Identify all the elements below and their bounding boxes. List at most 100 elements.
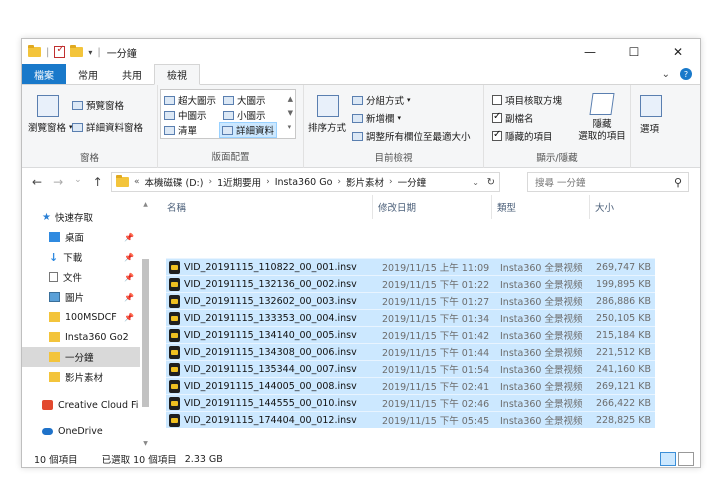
column-header-type[interactable]: 類型 <box>492 195 590 219</box>
tab-view[interactable]: 檢視 <box>154 64 200 85</box>
column-header-size[interactable]: 大小 <box>590 195 660 219</box>
sidebar-item-downloads[interactable]: ↓ 下載 📌 <box>22 247 140 267</box>
layout-small-icons[interactable]: 小圖示 <box>223 108 266 122</box>
layout-medium-icons[interactable]: 中圖示 <box>164 108 207 122</box>
column-header-name[interactable]: 名稱 <box>162 195 373 219</box>
back-button[interactable]: ← <box>32 175 42 189</box>
file-row[interactable]: VID_20191115_134308_00_006.insv 2019/11/… <box>166 343 655 360</box>
group-by-label: 分組方式 <box>366 96 405 107</box>
tab-share[interactable]: 共用 <box>110 64 154 84</box>
maximize-button[interactable]: ☐ <box>612 39 656 65</box>
file-name: VID_20191115_144005_00_008.insv <box>184 380 357 392</box>
navigation-pane-button[interactable]: 瀏覽窗格 ▾ <box>28 120 73 134</box>
options-button[interactable]: 選項 <box>640 121 659 135</box>
scroll-down-icon[interactable]: ▼ <box>142 440 149 447</box>
file-row[interactable]: VID_20191115_144005_00_008.insv 2019/11/… <box>166 377 655 394</box>
properties-icon[interactable] <box>54 44 66 58</box>
group-by-button[interactable]: 分組方式 ▾ <box>352 93 411 107</box>
file-row[interactable]: VID_20191115_133353_00_004.insv 2019/11/… <box>166 309 655 326</box>
recent-locations-button[interactable]: ⌄ <box>74 175 82 189</box>
fit-columns-button[interactable]: 調整所有欄位至最適大小 <box>352 129 471 143</box>
customize-toolbar-icon[interactable]: ▾ <box>88 48 92 57</box>
add-columns-button[interactable]: 新增欄 ▾ <box>352 111 401 125</box>
refresh-icon[interactable]: ↻ <box>487 177 495 188</box>
breadcrumb-overflow[interactable]: « <box>134 177 140 187</box>
address-bar[interactable]: « 本機磁碟 (D:) › 1近期要用 › Insta360 Go › 影片素材… <box>111 172 500 192</box>
forward-button[interactable]: → <box>53 175 63 189</box>
breadcrumb-separator-icon[interactable]: › <box>266 177 270 187</box>
item-checkboxes-toggle[interactable]: 項目核取方塊 <box>492 93 562 107</box>
insv-file-icon <box>169 294 180 308</box>
hide-selected-button[interactable]: 隱藏 選取的項目 <box>572 119 632 143</box>
sort-by-button[interactable]: 排序方式 <box>308 120 346 134</box>
breadcrumb-item[interactable]: 影片素材 <box>346 175 384 189</box>
breadcrumb-separator-icon[interactable]: › <box>208 177 212 187</box>
help-icon[interactable]: ? <box>680 68 692 80</box>
ribbon-group-label: 目前檢視 <box>374 153 413 164</box>
minimize-button[interactable]: — <box>568 39 612 65</box>
search-input[interactable]: 搜尋 一分鐘 ⚲ <box>527 172 689 192</box>
sidebar-item-video-assets[interactable]: 影片素材 <box>22 367 140 387</box>
pin-icon[interactable]: 📌 <box>124 233 134 242</box>
ribbon-group-show-hide: 項目核取方塊 副檔名 隱藏的項目 隱藏 選取的項目 顯示/隱藏 <box>484 85 631 168</box>
sidebar-item-documents[interactable]: 文件 📌 <box>22 267 140 287</box>
file-row[interactable]: VID_20191115_135344_00_007.insv 2019/11/… <box>166 360 655 377</box>
preview-pane-button[interactable]: 預覽窗格 <box>72 98 124 112</box>
scrollbar-thumb[interactable] <box>142 259 149 407</box>
sidebar-item-desktop[interactable]: 桌面 📌 <box>22 227 140 247</box>
sidebar-item-creative-cloud[interactable]: Creative Cloud Fi <box>22 395 140 415</box>
file-row[interactable]: VID_20191115_132602_00_003.insv 2019/11/… <box>166 292 655 309</box>
sidebar-item-insta360-go2[interactable]: Insta360 Go2 <box>22 327 140 347</box>
sidebar-item-one-minute[interactable]: 一分鐘 <box>22 347 140 367</box>
item-checkboxes-label: 項目核取方塊 <box>505 96 563 107</box>
checkbox-checked-icon[interactable] <box>492 111 502 123</box>
hidden-items-toggle[interactable]: 隱藏的項目 <box>492 129 553 143</box>
layout-large-icons[interactable]: 大圖示 <box>223 93 266 107</box>
close-button[interactable]: ✕ <box>656 39 700 65</box>
file-row[interactable]: VID_20191115_134140_00_005.insv 2019/11/… <box>166 326 655 343</box>
pin-icon[interactable]: 📌 <box>124 253 134 262</box>
file-name: VID_20191115_135344_00_007.insv <box>184 363 357 375</box>
new-folder-icon[interactable] <box>70 45 84 57</box>
sidebar-item-quick-access[interactable]: ★ 快速存取 <box>22 207 140 227</box>
layout-list[interactable]: 清單 <box>164 123 197 137</box>
sidebar-scrollbar[interactable]: ▲ ▼ <box>142 199 149 449</box>
expand-ribbon-icon[interactable]: ⌄ <box>662 69 670 80</box>
checkbox-icon[interactable] <box>492 95 502 105</box>
tab-file[interactable]: 檔案 <box>22 64 66 84</box>
sidebar-item-onedrive[interactable]: OneDrive <box>22 421 140 441</box>
layout-extra-large-icons[interactable]: 超大圖示 <box>164 93 216 107</box>
file-row[interactable]: VID_20191115_110822_00_001.insv 2019/11/… <box>166 258 655 275</box>
checkbox-checked-icon[interactable] <box>492 129 502 141</box>
breadcrumb-item[interactable]: 本機磁碟 (D:) <box>145 175 204 189</box>
breadcrumb-separator-icon[interactable]: › <box>337 177 341 187</box>
fit-columns-label: 調整所有欄位至最適大小 <box>366 132 471 143</box>
file-row[interactable]: VID_20191115_132136_00_002.insv 2019/11/… <box>166 275 655 292</box>
sidebar-item-pictures[interactable]: 圖片 📌 <box>22 287 140 307</box>
sidebar-item-100msdcf[interactable]: 100MSDCF 📌 <box>22 307 140 327</box>
address-dropdown-icon[interactable]: ⌄ <box>472 178 479 187</box>
layout-details[interactable]: 詳細資料 <box>219 122 278 138</box>
sidebar-item-label: 影片素材 <box>65 373 104 384</box>
pin-icon[interactable]: 📌 <box>124 293 134 302</box>
tab-home[interactable]: 常用 <box>66 64 110 84</box>
large-icons-view-icon[interactable] <box>678 452 694 466</box>
gallery-scroll-icon[interactable]: ▲ ▼ ▾ <box>288 92 293 134</box>
hide-selected-icon <box>589 93 615 115</box>
file-row[interactable]: VID_20191115_174404_00_012.insv 2019/11/… <box>166 411 655 428</box>
layout-label: 小圖示 <box>237 111 266 122</box>
up-button[interactable]: ↑ <box>93 175 103 189</box>
pin-icon[interactable]: 📌 <box>124 273 134 282</box>
scroll-up-icon[interactable]: ▲ <box>142 201 149 208</box>
file-row[interactable]: VID_20191115_144555_00_010.insv 2019/11/… <box>166 394 655 411</box>
column-header-date[interactable]: 修改日期 <box>373 195 492 219</box>
breadcrumb-item[interactable]: Insta360 Go <box>275 177 333 188</box>
pin-icon[interactable]: 📌 <box>124 313 134 322</box>
details-pane-label: 詳細資料窗格 <box>86 123 144 134</box>
breadcrumb-item[interactable]: 一分鐘 <box>398 175 427 189</box>
details-pane-button[interactable]: 詳細資料窗格 <box>72 120 143 134</box>
details-view-icon[interactable] <box>660 452 676 466</box>
breadcrumb-separator-icon[interactable]: › <box>389 177 393 187</box>
file-extensions-toggle[interactable]: 副檔名 <box>492 111 534 125</box>
breadcrumb-item[interactable]: 1近期要用 <box>217 175 261 189</box>
